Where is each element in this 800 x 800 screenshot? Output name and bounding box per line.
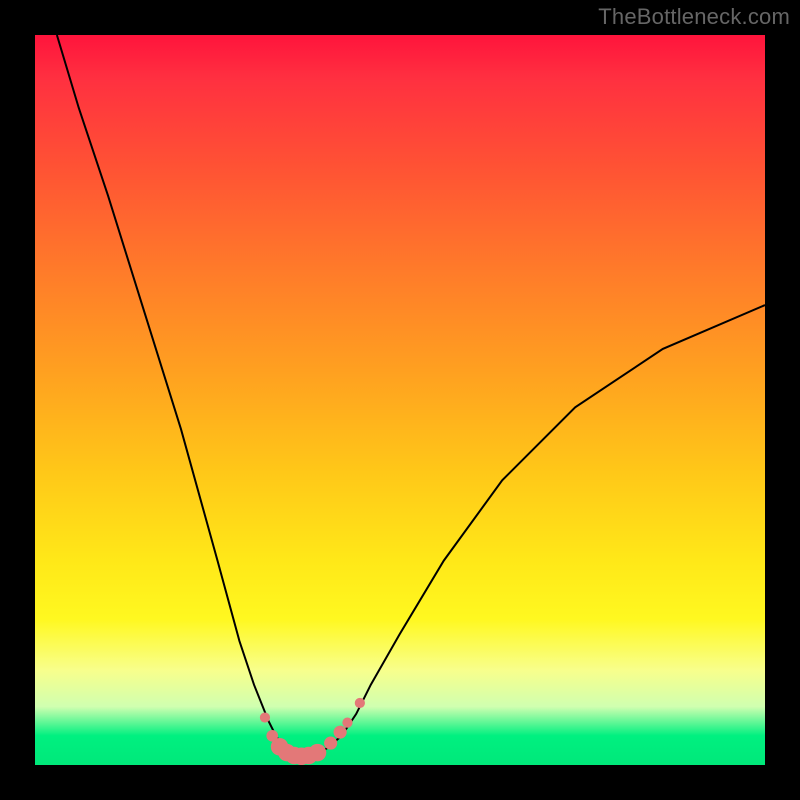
curve-layer — [35, 35, 765, 765]
chart-frame: TheBottleneck.com — [0, 0, 800, 800]
curve-marker — [324, 737, 337, 750]
plot-area — [35, 35, 765, 765]
curve-markers — [260, 698, 365, 765]
bottleneck-curve — [57, 35, 765, 756]
curve-marker — [355, 698, 365, 708]
curve-marker — [309, 744, 327, 762]
curve-marker — [260, 712, 270, 722]
watermark-text: TheBottleneck.com — [598, 4, 790, 30]
curve-marker — [342, 718, 352, 728]
curve-marker — [334, 726, 347, 739]
